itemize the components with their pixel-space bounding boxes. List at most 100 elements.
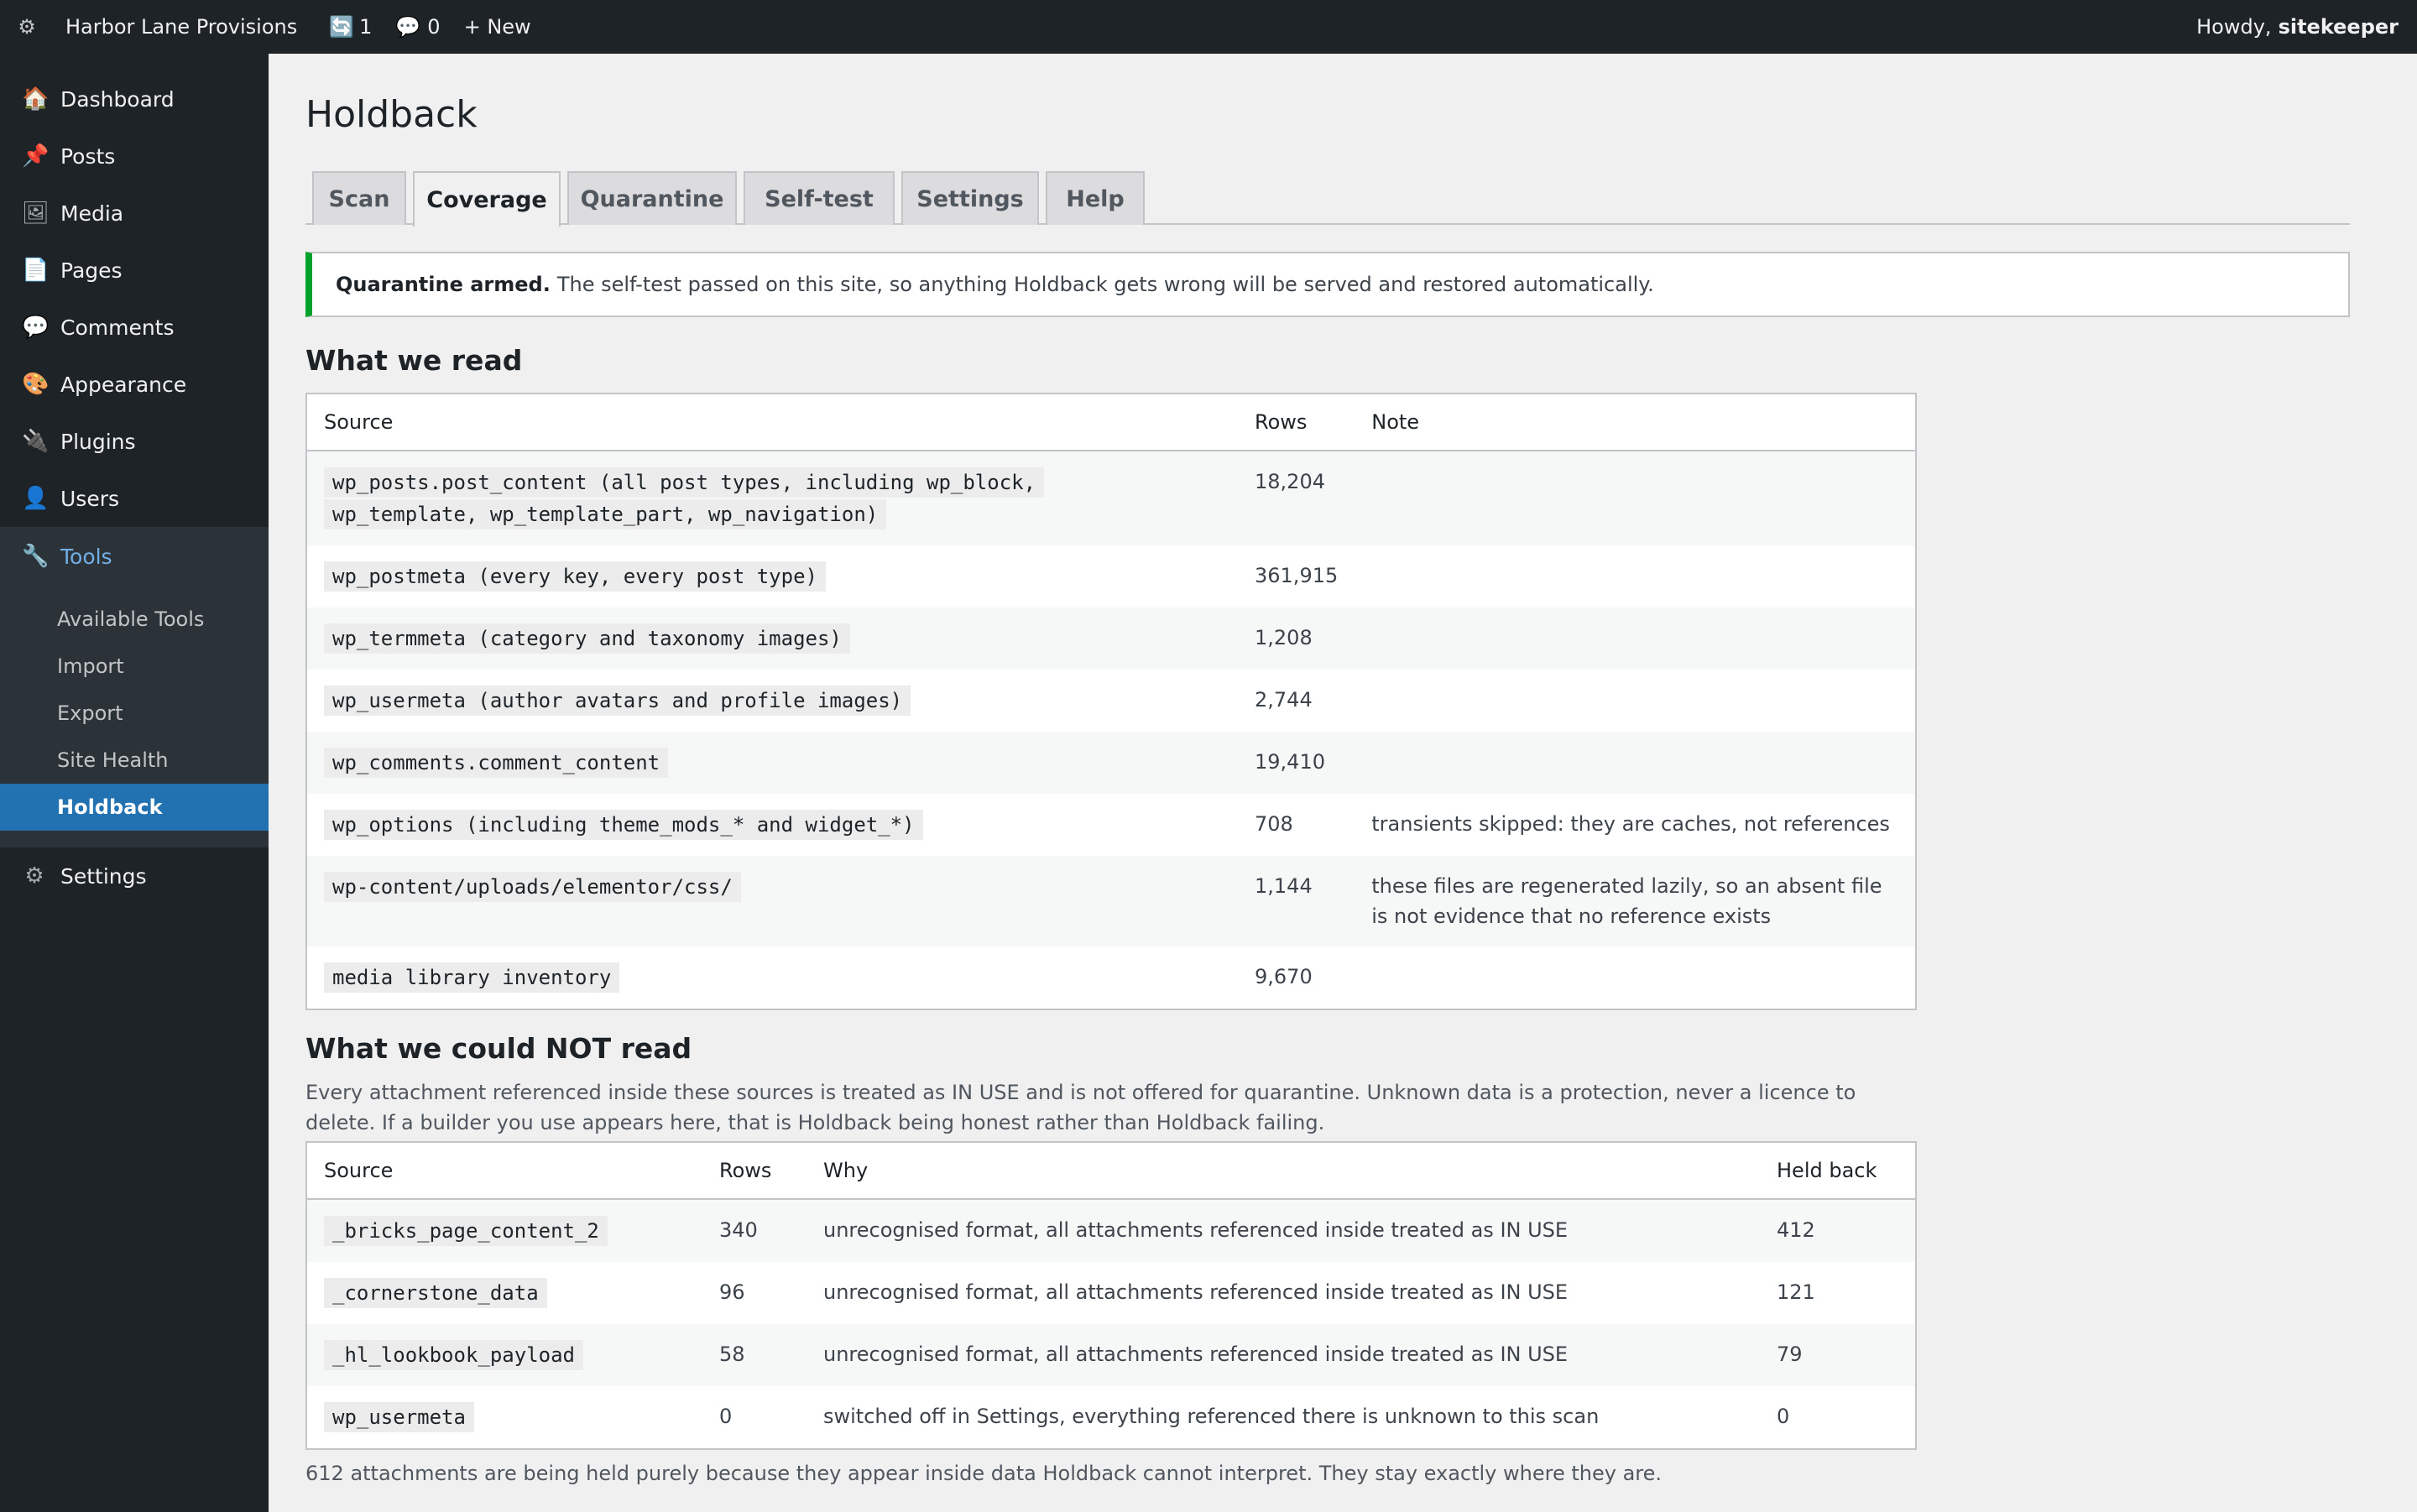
source-cell: _cornerstone_data <box>306 1262 702 1324</box>
user-icon: 👤 <box>22 486 50 511</box>
table-row: wp_options (including theme_mods_* and w… <box>306 794 1916 856</box>
gear-icon: ⚙ <box>24 863 44 889</box>
table-row: wp_comments.comment_content 19,410 <box>306 732 1916 794</box>
palette-icon: 🎨 <box>22 372 50 397</box>
source-cell: _hl_lookbook_payload <box>306 1324 702 1386</box>
rows-cell: 96 <box>719 1280 745 1304</box>
sidebar-item-appearance[interactable]: 🎨 Appearance <box>0 356 269 413</box>
site-name-link[interactable]: Harbor Lane Provisions <box>54 0 317 54</box>
howdy-label: Howdy, <box>2196 15 2272 39</box>
column-header-source: Source <box>306 1142 702 1200</box>
tab-coverage[interactable]: Coverage <box>413 171 561 227</box>
wordpress-logo-icon[interactable]: ⚙ <box>0 0 54 54</box>
updates-count: 1 <box>359 15 373 39</box>
source-cell: media library inventory <box>306 946 1238 1009</box>
table-row: _hl_lookbook_payload 58 unrecognised for… <box>306 1324 1916 1386</box>
tab-scan[interactable]: Scan <box>312 171 406 225</box>
source-cell: wp_posts.post_content (all post types, i… <box>306 451 1238 545</box>
sidebar-item-label: Settings <box>60 863 147 889</box>
note-cell <box>1355 732 1916 794</box>
why-cell: switched off in Settings, everything ref… <box>823 1405 1600 1428</box>
sidebar-item-plugins[interactable]: 🔌 Plugins <box>0 413 269 470</box>
held-back-cell: 412 <box>1777 1218 1815 1242</box>
tab-help[interactable]: Help <box>1046 171 1145 225</box>
tab-quarantine[interactable]: Quarantine <box>567 171 737 225</box>
submenu-item-import[interactable]: Import <box>0 643 269 690</box>
held-back-cell: 121 <box>1777 1280 1815 1304</box>
rows-cell: 1,144 <box>1255 874 1313 898</box>
source-code: wp_comments.comment_content <box>324 748 669 778</box>
column-header-note: Note <box>1355 394 1916 451</box>
source-cell: wp_usermeta (author avatars and profile … <box>306 670 1238 732</box>
comment-icon: 💬 <box>22 315 50 340</box>
sidebar-item-tools[interactable]: 🔧 Tools <box>0 527 269 586</box>
submenu-item-holdback[interactable]: Holdback <box>0 784 269 831</box>
sidebar-item-label: Plugins <box>60 429 136 454</box>
main-content: Holdback Scan Coverage Quarantine Self-t… <box>305 54 2353 1485</box>
sidebar-item-dashboard[interactable]: 🏠 Dashboard <box>0 70 269 128</box>
source-code: wp_posts.post_content (all post types, i… <box>324 467 1045 498</box>
sidebar-item-settings[interactable]: ⚙ Settings <box>0 847 269 905</box>
table-row: _cornerstone_data 96 unrecognised format… <box>306 1262 1916 1324</box>
sidebar-item-users[interactable]: 👤 Users <box>0 470 269 527</box>
plug-icon: 🔌 <box>22 429 50 454</box>
source-code: wp-content/uploads/elementor/css/ <box>324 872 741 902</box>
sidebar-item-label: Comments <box>60 315 175 340</box>
rows-cell: 0 <box>719 1405 733 1428</box>
table-header-row: Source Rows Note <box>306 394 1916 451</box>
tab-self-test[interactable]: Self-test <box>744 171 895 225</box>
admin-bar: ⚙ Harbor Lane Provisions 🔄 1 💬 0 + New H… <box>0 0 2417 54</box>
note-cell <box>1355 545 1916 607</box>
source-code: wp_usermeta (author avatars and profile … <box>324 686 911 716</box>
sidebar-item-pages[interactable]: 📄 Pages <box>0 242 269 299</box>
source-code-continued: wp_template, wp_template_part, wp_naviga… <box>324 499 887 529</box>
sidebar-item-label: Tools <box>60 544 112 569</box>
source-cell: wp_postmeta (every key, every post type) <box>306 545 1238 607</box>
held-back-cell: 0 <box>1777 1405 1790 1428</box>
comments-link[interactable]: 💬 0 <box>384 0 452 54</box>
sidebar-item-label: Dashboard <box>60 86 175 112</box>
submenu-item-available-tools[interactable]: Available Tools <box>0 596 269 643</box>
notice-strong: Quarantine armed. <box>336 273 551 296</box>
sidebar-item-media[interactable]: 🖼 Media <box>0 185 269 242</box>
submenu-item-site-health[interactable]: Site Health <box>0 737 269 784</box>
column-header-rows: Rows <box>702 1142 807 1200</box>
table-row: media library inventory 9,670 <box>306 946 1916 1009</box>
submenu-item-export[interactable]: Export <box>0 690 269 737</box>
what-we-could-not-read-heading: What we could NOT read <box>305 1032 692 1065</box>
table-row: wp_usermeta (author avatars and profile … <box>306 670 1916 732</box>
sidebar-item-posts[interactable]: 📌 Posts <box>0 128 269 185</box>
rows-cell: 19,410 <box>1255 750 1325 774</box>
updates-link[interactable]: 🔄 1 <box>317 0 384 54</box>
tools-submenu: Available Tools Import Export Site Healt… <box>0 586 269 847</box>
read-sources-table: Source Rows Note wp_posts.post_content (… <box>305 393 1917 1010</box>
rows-cell: 2,744 <box>1255 688 1313 712</box>
my-account-link[interactable]: Howdy, sitekeeper <box>2196 0 2399 54</box>
rows-cell: 340 <box>719 1218 758 1242</box>
why-cell: unrecognised format, all attachments ref… <box>823 1218 1569 1242</box>
note-cell: transients skipped: they are caches, not… <box>1371 812 1890 836</box>
comment-bubble-icon: 💬 <box>395 15 421 39</box>
table-row: wp_postmeta (every key, every post type)… <box>306 545 1916 607</box>
note-cell: these files are regenerated lazily, so a… <box>1371 874 1882 928</box>
unread-sources-table: Source Rows Why Held back _bricks_page_c… <box>305 1141 1917 1450</box>
table-row: wp_usermeta 0 switched off in Settings, … <box>306 1386 1916 1449</box>
notice-text: The self-test passed on this site, so an… <box>556 273 1654 296</box>
tab-settings[interactable]: Settings <box>901 171 1039 225</box>
sidebar-item-label: Posts <box>60 143 116 169</box>
sidebar-item-label: Pages <box>60 258 123 283</box>
column-header-rows: Rows <box>1238 394 1355 451</box>
table-header-row: Source Rows Why Held back <box>306 1142 1916 1200</box>
dashboard-icon: 🏠 <box>22 86 50 112</box>
page-icon: 📄 <box>22 258 50 283</box>
media-icon: 🖼 <box>22 201 50 226</box>
sidebar-item-comments[interactable]: 💬 Comments <box>0 299 269 356</box>
note-cell <box>1355 451 1916 545</box>
table-row: _bricks_page_content_2 340 unrecognised … <box>306 1199 1916 1262</box>
new-content-link[interactable]: + New <box>452 0 543 54</box>
rows-cell: 18,204 <box>1255 470 1325 493</box>
source-code: media library inventory <box>324 962 620 993</box>
why-cell: unrecognised format, all attachments ref… <box>823 1343 1569 1366</box>
column-header-held-back: Held back <box>1760 1142 1916 1200</box>
sidebar-item-label: Media <box>60 201 124 226</box>
